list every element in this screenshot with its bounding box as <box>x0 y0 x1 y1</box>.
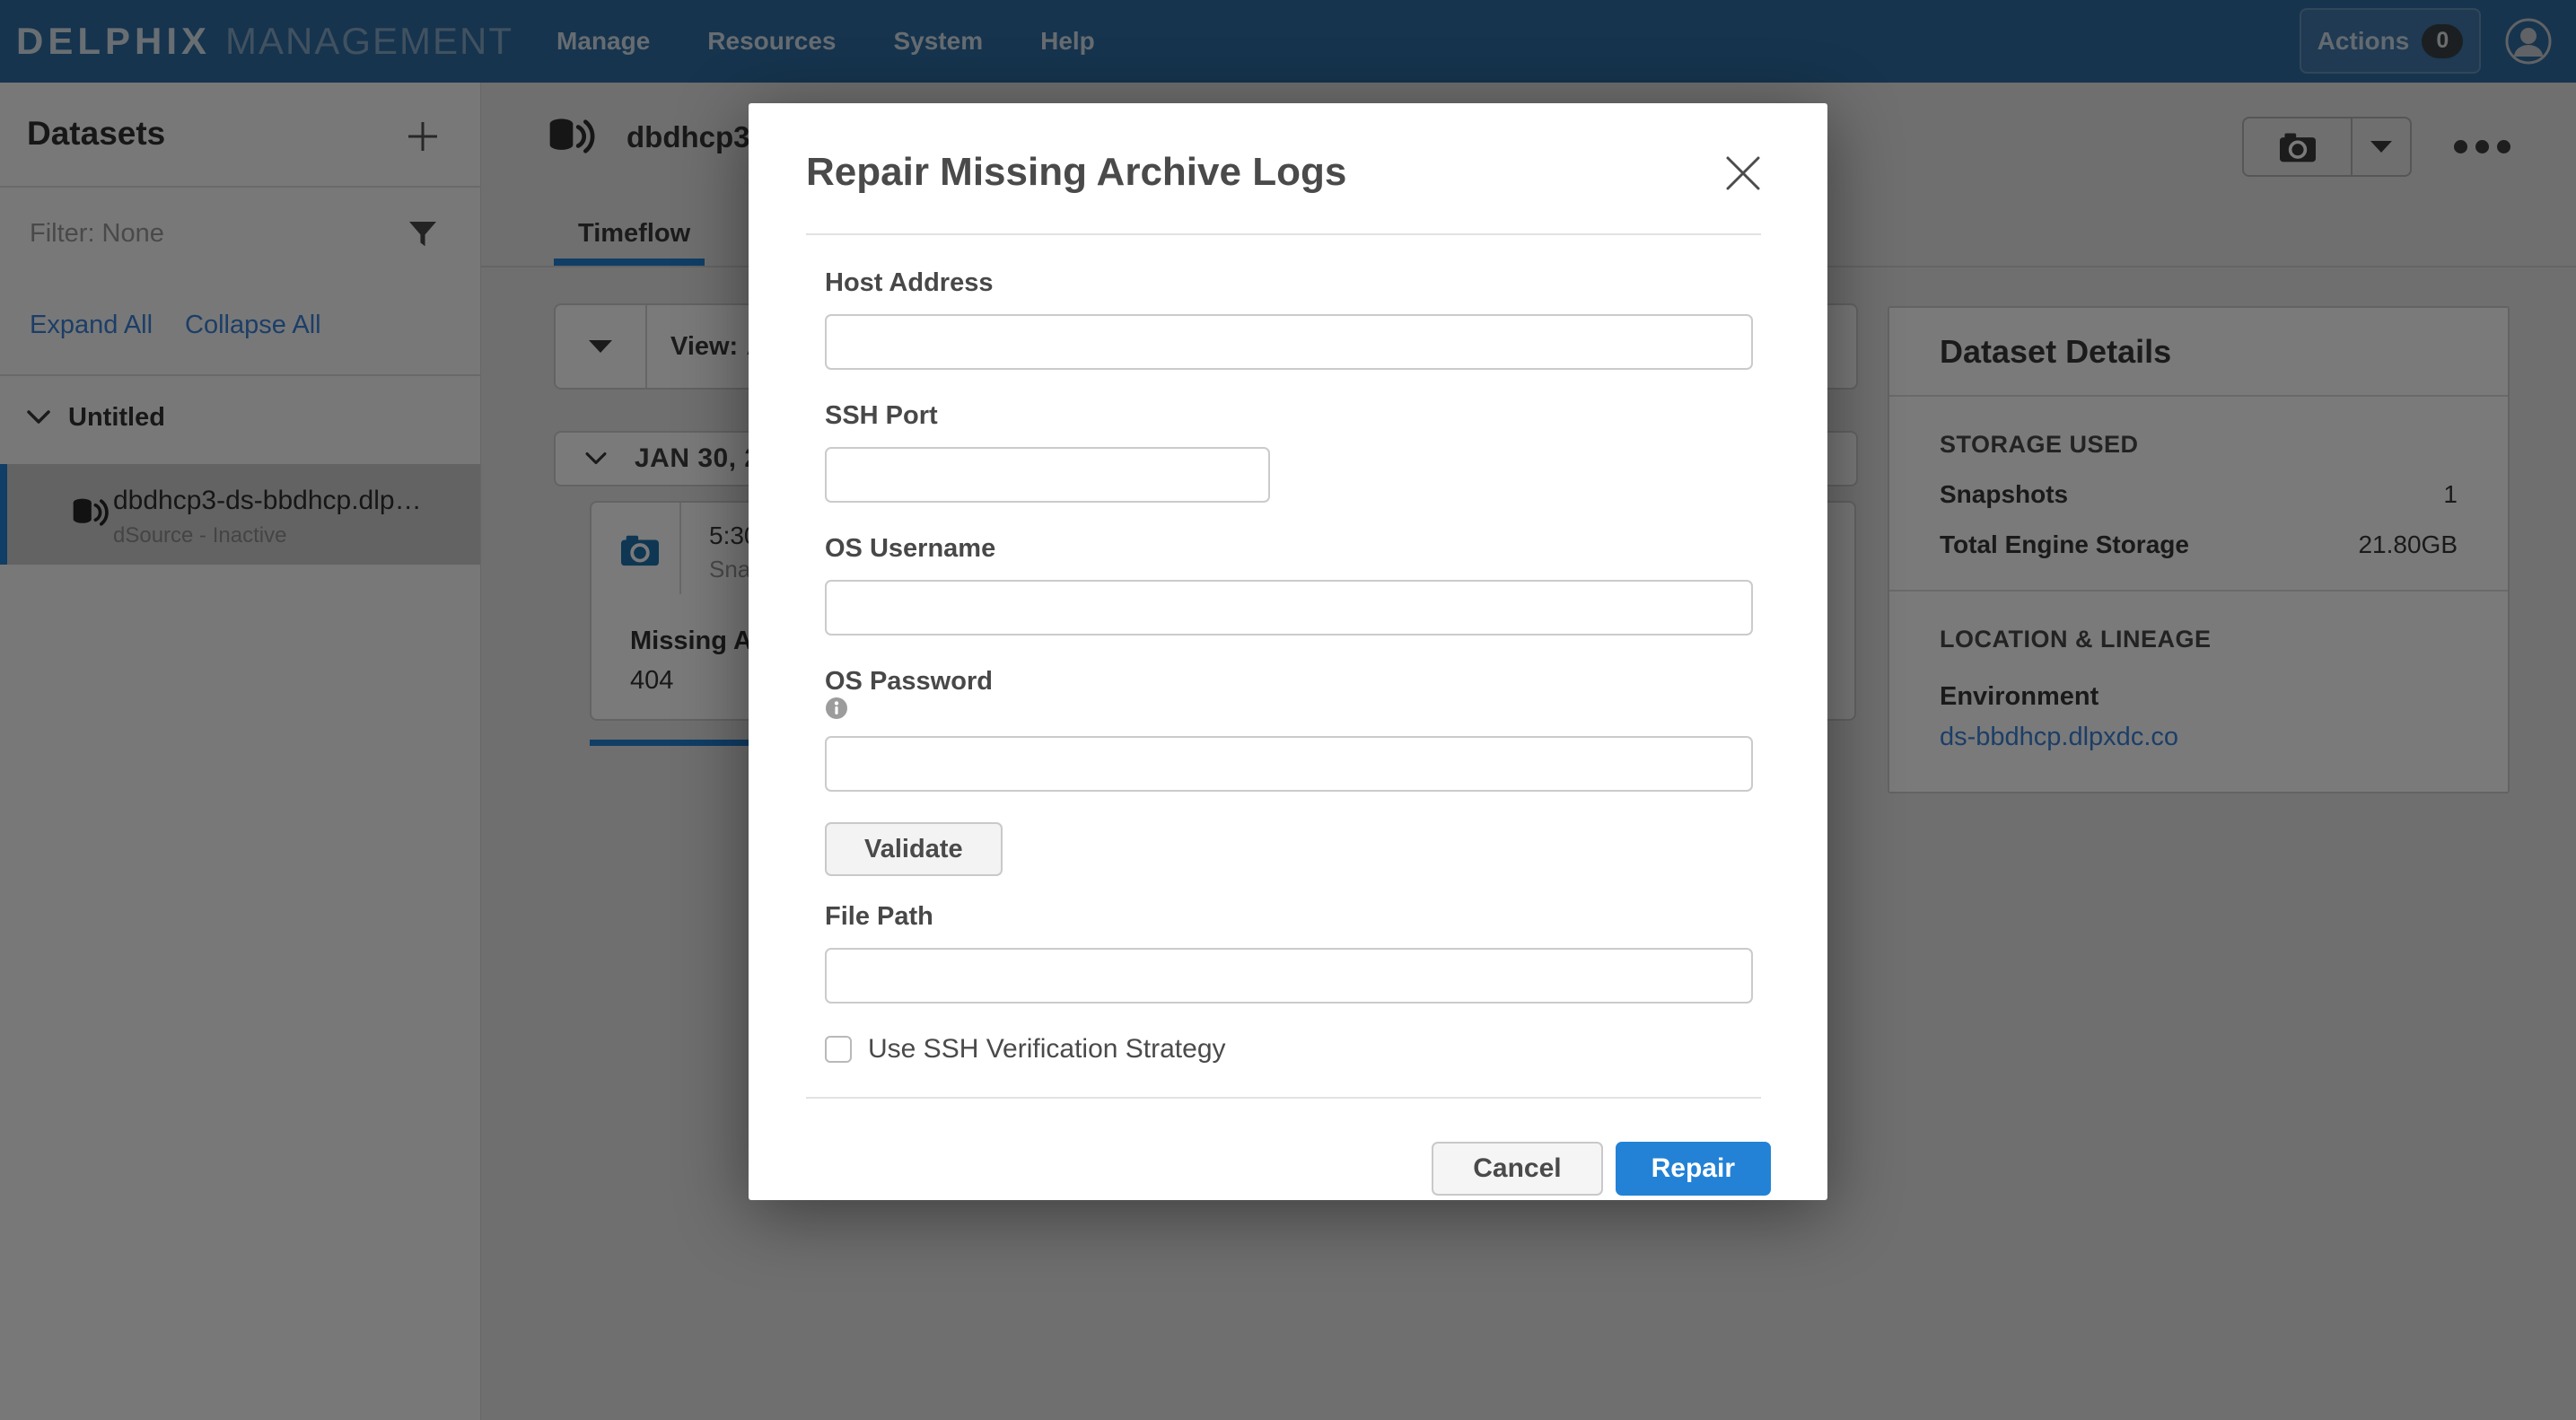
use-ssh-verification-checkbox[interactable] <box>825 1036 852 1063</box>
cancel-button[interactable]: Cancel <box>1432 1142 1602 1196</box>
modal-header: Repair Missing Archive Logs <box>749 103 1827 233</box>
os-username-input[interactable] <box>825 580 1753 635</box>
host-address-label: Host Address <box>825 267 1753 298</box>
info-icon[interactable] <box>825 697 1753 720</box>
ssh-port-field: SSH Port <box>825 400 1753 503</box>
ssh-port-input[interactable] <box>825 447 1270 503</box>
os-password-field: OS Password <box>825 666 1753 792</box>
file-path-input[interactable] <box>825 948 1753 1004</box>
ssh-port-label: SSH Port <box>825 400 1753 431</box>
host-address-input[interactable] <box>825 314 1753 370</box>
modal-footer: Cancel Repair <box>749 1099 1827 1196</box>
host-address-field: Host Address <box>825 267 1753 370</box>
os-password-label: OS Password <box>825 667 993 696</box>
ssh-verification-row: Use SSH Verification Strategy <box>825 1034 1753 1065</box>
os-password-input[interactable] <box>825 736 1753 792</box>
os-username-field: OS Username <box>825 533 1753 635</box>
file-path-label: File Path <box>825 901 1753 932</box>
modal-body: Host Address SSH Port OS Username OS Pas… <box>749 235 1827 1065</box>
repair-button[interactable]: Repair <box>1616 1142 1771 1196</box>
file-path-field: File Path <box>825 901 1753 1004</box>
close-icon[interactable] <box>1722 152 1765 195</box>
use-ssh-verification-label: Use SSH Verification Strategy <box>868 1034 1226 1065</box>
os-password-label-row: OS Password <box>825 666 1753 720</box>
repair-missing-archive-logs-modal: Repair Missing Archive Logs Host Address… <box>749 103 1827 1200</box>
os-username-label: OS Username <box>825 533 1753 564</box>
validate-button[interactable]: Validate <box>825 822 1003 876</box>
modal-title: Repair Missing Archive Logs <box>806 150 1346 195</box>
